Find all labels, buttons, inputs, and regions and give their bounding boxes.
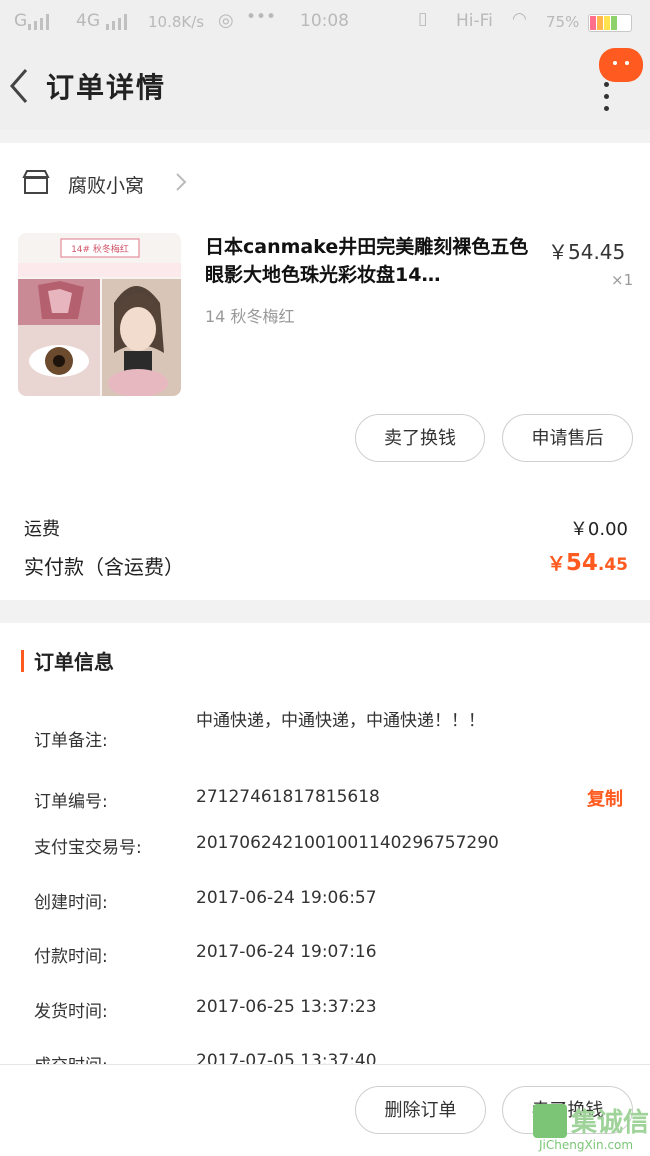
- sell-button[interactable]: 卖了换钱: [355, 414, 485, 462]
- watermark-text: 集诚信: [571, 1108, 650, 1138]
- shipped-time-value: 2017-06-25 13:37:23: [196, 997, 377, 1017]
- shop-name: 腐败小窝: [68, 175, 145, 197]
- product-quantity: ×1: [611, 271, 634, 289]
- product-image-label: 14# 秋冬梅红: [71, 245, 129, 255]
- order-info-card: 订单信息 订单备注: 中通快递，中通快递，中通快递！！！ 订单编号: 27127…: [0, 623, 650, 1064]
- order-info-header: 订单信息: [34, 650, 114, 674]
- store-icon: [22, 170, 50, 194]
- shipped-time-label: 发货时间:: [34, 1002, 108, 1022]
- app-notification-icon: ◎: [218, 10, 234, 31]
- status-bar: G 4G 10.8K/s ◎ ••• 10:08 ▯ Hi-Fi ◠ 75%: [0, 0, 650, 44]
- shipping-value: ￥0.00: [569, 519, 628, 540]
- product-title[interactable]: 日本canmake井田完美雕刻裸色五色眼影大地色珠光彩妆盘14…: [205, 233, 540, 289]
- nav-bar: 订单详情: [0, 44, 650, 130]
- page-title: 订单详情: [46, 71, 167, 104]
- shipping-label: 运费: [24, 519, 60, 540]
- total-paid: ￥54.45: [547, 549, 628, 576]
- signal-icon: [106, 14, 127, 30]
- network-label: 4G: [76, 11, 100, 31]
- battery-icon: [588, 14, 632, 32]
- shop-row[interactable]: 腐败小窝: [0, 143, 650, 223]
- paid-time-value: 2017-06-24 19:07:16: [196, 942, 377, 962]
- order-number-label: 订单编号:: [34, 792, 108, 812]
- alipay-trade-value: 2017062421001001140296757290: [196, 833, 499, 853]
- completed-time-value: 2017-07-05 13:37:40: [196, 1051, 377, 1064]
- signal-icon: [28, 14, 49, 30]
- clock: 10:08: [300, 11, 349, 31]
- after-sale-button[interactable]: 申请售后: [502, 414, 633, 462]
- paid-time-label: 付款时间:: [34, 947, 108, 967]
- completed-time-label: 成交时间:: [34, 1051, 108, 1064]
- watermark-url: JiChengXin.com: [539, 1138, 634, 1152]
- product-image[interactable]: 14# 秋冬梅红: [18, 233, 181, 396]
- product-variant: 14 秋冬梅红: [205, 307, 295, 326]
- watermark-logo: 集诚信 JiChengXin.com: [533, 1102, 650, 1155]
- note-value: 中通快递，中通快递，中通快递！！！: [196, 711, 485, 731]
- section-accent-bar: [21, 650, 24, 672]
- chevron-right-icon: [176, 173, 187, 191]
- total-label: 实付款（含运费）: [24, 555, 184, 579]
- order-item-card: 腐败小窝 14# 秋冬梅红 日本canmake井田完美雕刻裸色五色眼影大地色珠光…: [0, 143, 650, 600]
- notification-badge-icon[interactable]: [599, 48, 643, 82]
- more-options-icon[interactable]: [598, 82, 614, 112]
- carrier-label: G: [14, 11, 28, 31]
- total-currency: ￥: [546, 553, 566, 575]
- total-integer: 54: [565, 550, 598, 576]
- more-notifications-icon: •••: [246, 7, 277, 27]
- order-number-value: 27127461817815618: [196, 787, 380, 807]
- alipay-trade-label: 支付宝交易号:: [34, 838, 142, 858]
- watermark-icon: [533, 1104, 567, 1138]
- copy-order-number-button[interactable]: 复制: [587, 785, 623, 811]
- hifi-label: Hi-Fi: [456, 11, 493, 31]
- network-speed: 10.8K/s: [148, 13, 205, 31]
- delete-order-button[interactable]: 删除订单: [355, 1086, 486, 1134]
- created-time-label: 创建时间:: [34, 893, 108, 913]
- created-time-value: 2017-06-24 19:06:57: [196, 888, 377, 908]
- wifi-icon: ◠: [512, 9, 527, 29]
- note-label: 订单备注:: [34, 731, 108, 751]
- battery-percent: 75%: [546, 13, 580, 31]
- product-price: ￥54.45: [548, 240, 626, 264]
- vibrate-icon: ▯: [418, 9, 428, 29]
- back-arrow-icon[interactable]: [6, 66, 36, 106]
- total-decimal: .45: [597, 555, 628, 575]
